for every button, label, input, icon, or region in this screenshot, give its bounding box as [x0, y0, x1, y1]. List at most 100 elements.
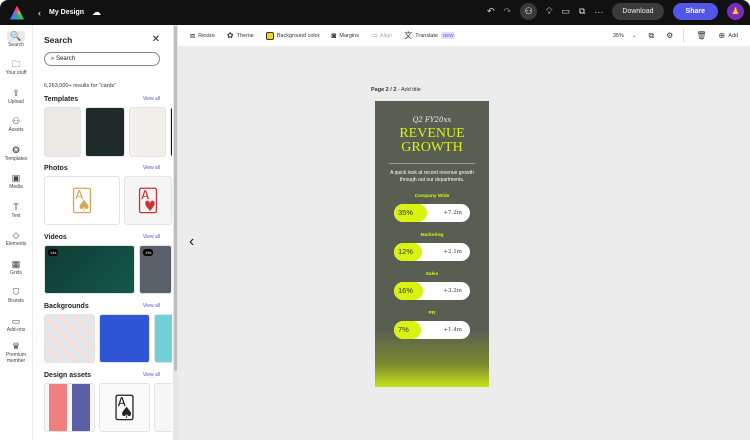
rail-item-label: Grids	[10, 269, 22, 276]
view-all-link[interactable]: View all	[143, 96, 160, 103]
align-icon: ⫤	[370, 30, 377, 40]
design-title-line2[interactable]: GROWTH	[375, 141, 489, 155]
rail-item-assets[interactable]: ⚇ Assets	[0, 111, 32, 140]
page-number: Page 2 / 2	[371, 87, 397, 93]
rail-item-media[interactable]: ▣ Media	[0, 168, 32, 197]
page-label: Page 2 / 2 - Add title	[371, 87, 421, 93]
add-title-link[interactable]: - Add title	[398, 87, 421, 93]
metric-label: Marketing	[420, 233, 444, 238]
view-all-link[interactable]: View all	[143, 234, 160, 241]
avatar[interactable]: ♟	[727, 3, 744, 20]
rail-item-elements[interactable]: ◇ Elements	[0, 225, 32, 254]
adobe-express-logo[interactable]	[10, 5, 24, 20]
template-thumb[interactable]	[129, 107, 166, 157]
rail-item-grids[interactable]: ▦ Grids	[0, 253, 32, 282]
metric-fill: 16%	[394, 282, 424, 300]
rail-item-search[interactable]: 🔍 Search	[0, 25, 32, 54]
align-label: Align	[380, 32, 393, 39]
share-button[interactable]: Share	[672, 3, 718, 20]
metric-company-3[interactable]: PR 7% +1.4m	[375, 311, 489, 339]
template-thumb[interactable]	[44, 107, 81, 157]
add-button[interactable]: ⊕ Add	[719, 31, 739, 40]
design-title-line1[interactable]: REVENUE	[375, 127, 489, 141]
design-description[interactable]: A quick look at record revenue growth th…	[375, 170, 489, 183]
margins-button[interactable]: ◙ Margins	[332, 31, 359, 40]
addons-icon: ▭	[11, 315, 21, 326]
metric-amount: +3.2m	[443, 288, 462, 294]
layers-icon[interactable]: ⚙	[666, 31, 673, 40]
template-thumb[interactable]	[85, 107, 125, 157]
background-color-button[interactable]: Background color	[265, 31, 320, 40]
top-bar: ‹ My Design ☁ ↶ ↷ ⚇ 💡︎ ▭ ⧉ ··· Download …	[0, 0, 750, 25]
rail-item-label: Media	[9, 184, 23, 191]
rail-item-label: Templates	[4, 155, 28, 162]
delete-icon[interactable]: 🗑︎	[696, 31, 706, 40]
section-title: Templates	[44, 96, 79, 103]
asset-thumb[interactable]	[44, 383, 95, 432]
elements-icon: ◇	[12, 230, 20, 241]
rail-item-add-ons[interactable]: ▭ Add-ons	[0, 310, 32, 339]
metric-label: PR	[428, 311, 436, 316]
invite-icon[interactable]: ⚇	[520, 3, 538, 20]
video-thumb[interactable]: 14s	[44, 245, 135, 294]
background-thumb[interactable]	[44, 314, 95, 363]
rail-item-premium-member[interactable]: ♛ Premium member	[0, 339, 32, 368]
divider-line	[389, 163, 475, 164]
metric-company-1[interactable]: Marketing 12% +2.1m	[375, 233, 489, 261]
rail-item-your-stuff[interactable]: 🗀 Your stuff	[0, 54, 32, 83]
background-thumb[interactable]	[99, 314, 150, 363]
rail-item-label: Assets	[8, 127, 24, 134]
background-thumb[interactable]	[154, 314, 172, 363]
photo-thumb[interactable]: 🂱	[124, 176, 172, 225]
design-title[interactable]: My Design	[49, 9, 84, 16]
upload-icon: ⇪	[12, 87, 20, 98]
previous-page-arrow-icon[interactable]: ‹	[189, 233, 194, 251]
zoom-dropdown[interactable]: 35% ⌄	[613, 33, 637, 39]
search-input[interactable]: ⌕ Search	[44, 52, 160, 66]
theme-button[interactable]: ✿ Theme	[227, 31, 254, 40]
view-all-link[interactable]: View all	[143, 165, 160, 172]
metric-company-2[interactable]: Sales 16% +3.2m	[375, 272, 489, 300]
close-icon[interactable]: ✕	[152, 34, 160, 45]
rail-item-label: Upload	[8, 98, 24, 105]
metric-amount: +1.4m	[443, 327, 462, 333]
rail-item-upload[interactable]: ⇪ Upload	[0, 82, 32, 111]
undo-icon[interactable]: ↶	[487, 6, 495, 17]
resize-button[interactable]: ⧈ Resize	[190, 31, 215, 41]
rail-item-brands[interactable]: ⛉ Brands	[0, 282, 32, 311]
rail-item-label: Brands	[8, 298, 24, 305]
add-label: Add	[728, 32, 738, 39]
design-page[interactable]: Q2 FY20xx REVENUE GROWTH A quick look at…	[375, 101, 489, 387]
plus-circle-icon: ⊕	[718, 31, 726, 40]
assets-icon: ⚇	[11, 116, 21, 127]
download-button[interactable]: Download	[612, 3, 664, 20]
back-icon[interactable]: ‹	[38, 8, 41, 18]
translate-button[interactable]: 文 Translate NEW	[404, 30, 456, 41]
align-button[interactable]: ⫤ Align	[371, 31, 392, 41]
view-all-link[interactable]: View all	[143, 303, 160, 310]
cloud-icon: ☁	[92, 7, 102, 17]
video-thumb[interactable]: 19s	[139, 245, 172, 294]
rail-item-label: Premium member	[5, 352, 26, 365]
lightbulb-icon[interactable]: 💡︎	[546, 6, 552, 17]
comment-icon[interactable]: ▭	[561, 6, 570, 17]
template-thumb[interactable]	[170, 107, 172, 157]
rail-item-label: Elements	[5, 241, 27, 248]
asset-thumb[interactable]	[154, 383, 172, 432]
rail-item-label: Search	[8, 41, 24, 48]
view-all-link[interactable]: View all	[143, 372, 160, 379]
metric-company-0[interactable]: Company Wide 35% +7.2m	[375, 194, 489, 222]
templates-icon: ❂	[12, 144, 20, 155]
present-icon[interactable]: ⧉	[579, 6, 585, 17]
redo-icon[interactable]: ↷	[504, 6, 512, 17]
rail-item-text[interactable]: T Text	[0, 196, 32, 225]
design-subtitle[interactable]: Q2 FY20xx	[375, 116, 489, 124]
rail-item-templates[interactable]: ❂ Templates	[0, 139, 32, 168]
metric-bar: 12% +2.1m	[394, 243, 470, 261]
asset-thumb[interactable]: 🂡	[99, 383, 150, 432]
section-title: Backgrounds	[44, 303, 89, 310]
crown-icon: ♛	[11, 341, 21, 352]
pages-icon[interactable]: ⧉	[648, 31, 654, 41]
photo-thumb[interactable]: 🂡	[44, 176, 120, 225]
more-icon[interactable]: ···	[594, 7, 603, 17]
